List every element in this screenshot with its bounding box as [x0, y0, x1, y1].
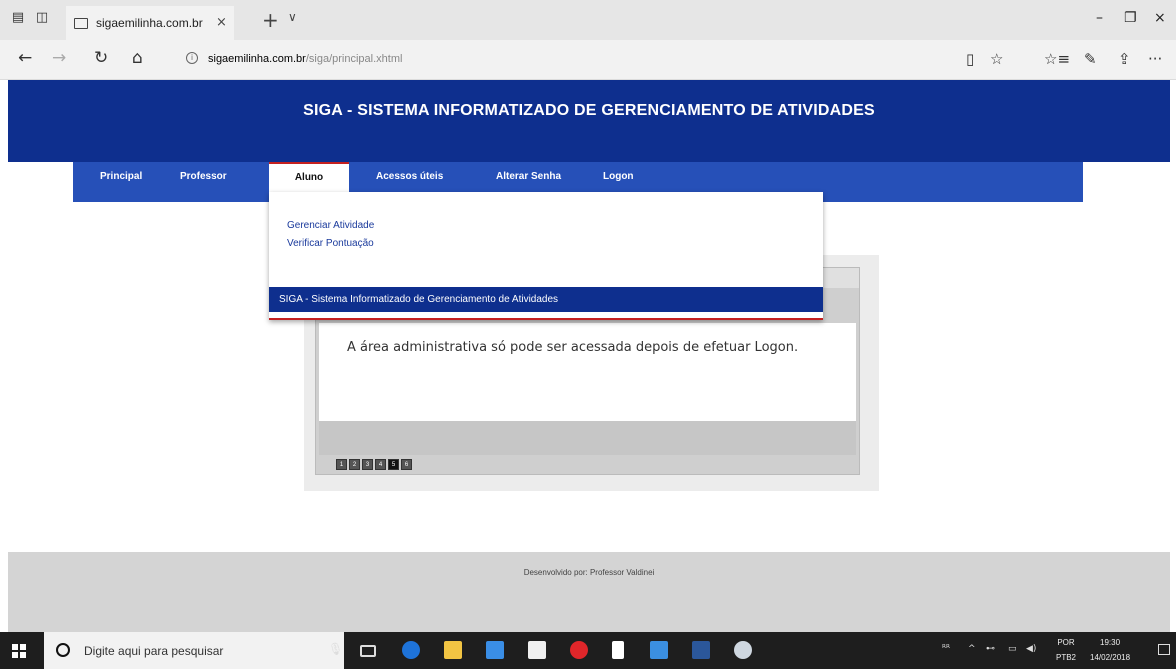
web-notes-icon[interactable]: ✎ [1084, 50, 1097, 68]
refresh-icon[interactable]: ↻ [94, 48, 108, 68]
address-url: sigaemilinha.com.br/siga/principal.xhtml [208, 53, 402, 65]
tab-preview-icon[interactable]: ◫ [34, 10, 50, 26]
slider-pager: 123456 [336, 459, 414, 472]
microphone-icon[interactable]: 🎙 [328, 642, 343, 656]
slider-caption-bar [319, 421, 856, 455]
browser-tab[interactable]: sigaemilinha.com.br × [66, 6, 234, 40]
address-bar[interactable]: i sigaemilinha.com.br/siga/principal.xht… [178, 47, 1008, 73]
web-page: SIGA - SISTEMA INFORMATIZADO DE GERENCIA… [8, 80, 1170, 632]
tray-expand-icon[interactable]: ^ [968, 644, 976, 654]
slider-content: A área administrativa só pode ser acessa… [319, 323, 856, 421]
forward-icon[interactable]: → [52, 48, 66, 68]
cortana-icon [56, 643, 70, 657]
pager-button-1[interactable]: 1 [336, 459, 347, 470]
more-options-icon[interactable]: ··· [1148, 50, 1162, 68]
paint-icon[interactable] [734, 641, 752, 659]
people-icon[interactable]: ᴿᴿ [942, 644, 950, 654]
menu-item-professor[interactable]: Professor [180, 162, 227, 202]
mail-icon[interactable] [528, 641, 546, 659]
back-icon[interactable]: ← [18, 48, 32, 68]
volume-icon[interactable]: ◀) [1026, 644, 1036, 654]
notes-app-icon[interactable] [612, 641, 624, 659]
tab-actions-icon[interactable]: ▤ [10, 10, 26, 26]
page-favicon-icon [74, 18, 88, 29]
close-window-icon[interactable]: × [1154, 10, 1166, 26]
pager-button-5[interactable]: 5 [388, 459, 399, 470]
tab-close-icon[interactable]: × [216, 15, 227, 30]
share-icon[interactable]: ⇪ [1118, 50, 1131, 68]
aluno-dropdown-menu: Gerenciar Atividade Verificar Pontuação … [269, 192, 823, 320]
network-icon[interactable]: ⊷ [986, 644, 995, 654]
pager-button-6[interactable]: 6 [401, 459, 412, 470]
tab-list-chevron-icon[interactable]: ∨ [288, 10, 297, 24]
clock-date: 14/02/2018 [1090, 653, 1131, 662]
address-host: sigaemilinha.com.br [208, 53, 306, 65]
maximize-icon[interactable]: ❐ [1124, 10, 1137, 26]
menu-item-principal[interactable]: Principal [100, 162, 142, 202]
browser-tab-strip: ▤ ◫ sigaemilinha.com.br × + ∨ – ❐ × [0, 0, 1176, 40]
browser-nav-bar: ← → ↻ ⌂ i sigaemilinha.com.br/siga/princ… [0, 40, 1176, 80]
language-code: POR [1057, 638, 1075, 647]
taskbar-search-box[interactable]: Digite aqui para pesquisar [44, 632, 344, 669]
store-icon[interactable] [486, 641, 504, 659]
footer-credit: Desenvolvido por: Professor Valdinei [523, 568, 655, 577]
notifications-icon[interactable] [1158, 644, 1170, 655]
task-view-icon[interactable] [360, 645, 376, 657]
dropdown-banner: SIGA - Sistema Informatizado de Gerencia… [269, 287, 823, 312]
add-favorite-icon[interactable]: ☆ [990, 50, 1003, 68]
site-title: SIGA - SISTEMA INFORMATIZADO DE GERENCIA… [303, 102, 875, 119]
opera-browser-icon[interactable] [570, 641, 588, 659]
taskbar-clock[interactable]: 19:30 14/02/2018 [1090, 635, 1130, 665]
input-language[interactable]: POR PTB2 [1056, 635, 1076, 665]
file-explorer-icon[interactable] [444, 641, 462, 659]
word-icon[interactable] [692, 641, 710, 659]
pager-button-3[interactable]: 3 [362, 459, 373, 470]
keyboard-layout: PTB2 [1056, 653, 1077, 662]
dropdown-link-verificar-pontuacao[interactable]: Verificar Pontuação [287, 238, 374, 249]
site-footer: Desenvolvido por: Professor Valdinei [8, 552, 1170, 632]
site-info-icon[interactable]: i [186, 52, 198, 64]
pager-button-2[interactable]: 2 [349, 459, 360, 470]
dropdown-link-gerenciar-atividade[interactable]: Gerenciar Atividade [287, 220, 374, 231]
windows-taskbar: Digite aqui para pesquisar 🎙 ᴿᴿ ^ ⊷ ▭ ◀)… [0, 632, 1176, 669]
login-required-message: A área administrativa só pode ser acessa… [347, 340, 799, 355]
address-path: /siga/principal.xhtml [305, 53, 403, 65]
pager-button-4[interactable]: 4 [375, 459, 386, 470]
tab-title: sigaemilinha.com.br [96, 16, 203, 30]
app-icon[interactable] [650, 641, 668, 659]
new-tab-icon[interactable]: + [262, 8, 279, 32]
edge-browser-icon[interactable] [402, 641, 420, 659]
reading-view-icon[interactable]: ▯ [966, 50, 974, 68]
clock-time: 19:30 [1100, 638, 1121, 647]
site-header: SIGA - SISTEMA INFORMATIZADO DE GERENCIA… [8, 80, 1170, 162]
home-icon[interactable]: ⌂ [132, 48, 143, 68]
windows-start-icon[interactable] [12, 644, 26, 658]
battery-icon[interactable]: ▭ [1008, 644, 1017, 654]
favorites-hub-icon[interactable]: ☆≡ [1044, 50, 1070, 68]
search-placeholder: Digite aqui para pesquisar [84, 644, 224, 658]
minimize-icon[interactable]: – [1096, 10, 1103, 26]
